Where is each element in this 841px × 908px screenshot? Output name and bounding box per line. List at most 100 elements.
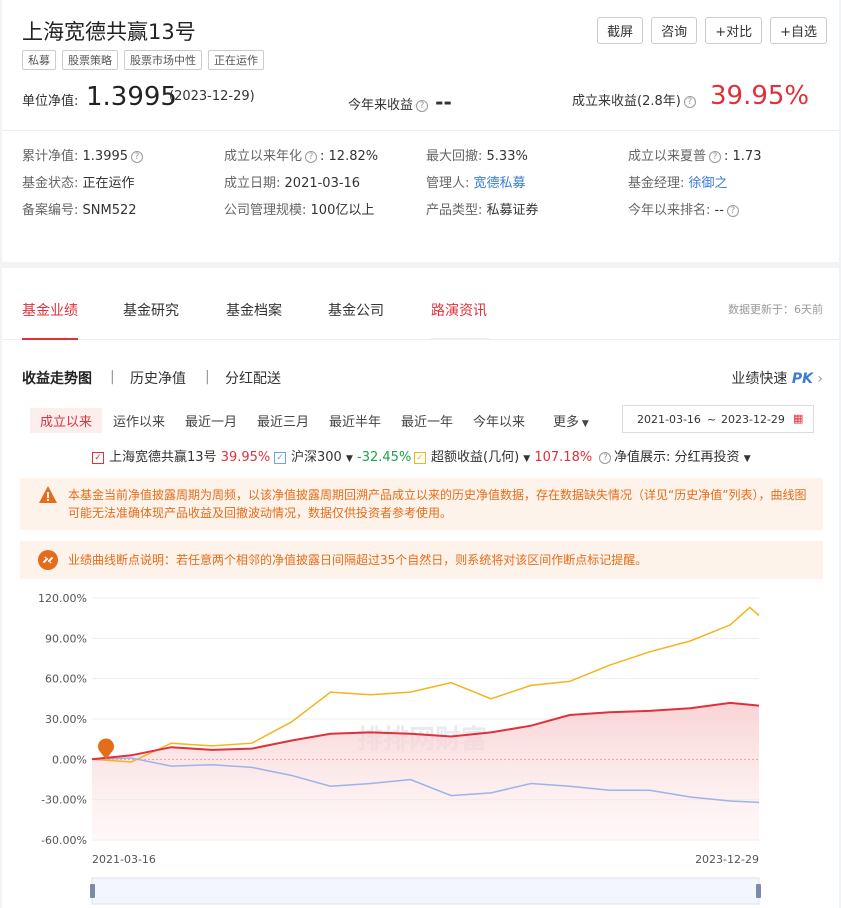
help-icon[interactable]: ? bbox=[416, 99, 429, 112]
subtab-trend[interactable]: 收益走势图 bbox=[22, 368, 92, 388]
zoom-handle-left bbox=[90, 884, 95, 898]
date-range-picker[interactable]: 2021-03-16 ~ 2023-12-29 ▦ bbox=[622, 405, 814, 433]
period-1m[interactable]: 最近一月 bbox=[175, 408, 247, 433]
info-value: 1.73 bbox=[732, 149, 762, 164]
nav-display-value: 分红再投资 bbox=[674, 450, 740, 465]
update-note: 数据更新于：6天前 bbox=[728, 303, 823, 316]
period-since-operation[interactable]: 运作以来 bbox=[103, 408, 175, 433]
fund-title: 上海宽德共赢13号 bbox=[22, 20, 196, 44]
subtab-dividend[interactable]: 分红配送 bbox=[225, 368, 281, 388]
consult-button[interactable]: 咨询 bbox=[651, 17, 698, 44]
info-label: 成立以来夏普 bbox=[628, 149, 707, 164]
info-label: 备案编号: bbox=[22, 203, 79, 218]
data-notice-text: 本基金当前净值披露周期为周频，以该净值披露周期回溯产品成立以来的历史净值数据，存… bbox=[68, 488, 807, 520]
info-cell: 管理人: 宽德私募 bbox=[426, 172, 526, 191]
period-6m[interactable]: 最近半年 bbox=[319, 408, 391, 433]
info-link[interactable]: 徐御之 bbox=[689, 176, 728, 191]
info-link[interactable]: 宽德私募 bbox=[474, 176, 526, 191]
y-tick-label: 120.00% bbox=[38, 592, 87, 605]
info-value: 12.82% bbox=[328, 149, 379, 164]
legend-index-name: 沪深300 bbox=[291, 450, 342, 465]
since-value: 39.95% bbox=[710, 81, 810, 111]
watchlist-button[interactable]: +自选 bbox=[770, 17, 827, 44]
tag-neutral: 股票市场中性 bbox=[124, 50, 202, 70]
caret-down-icon[interactable]: ▼ bbox=[346, 454, 353, 464]
ytd-block: 今年来收益? -- bbox=[348, 90, 452, 114]
y-tick-label: 30.00% bbox=[45, 713, 87, 726]
since-label: 成立来收益(2.8年) bbox=[572, 94, 681, 109]
info-value: 5.33% bbox=[486, 149, 528, 164]
info-label: 基金状态: bbox=[22, 176, 79, 191]
separator: | bbox=[110, 369, 115, 385]
help-icon[interactable]: ? bbox=[709, 150, 722, 163]
info-label: 成立以来年化 bbox=[224, 149, 303, 164]
screenshot-button[interactable]: 截屏 bbox=[597, 17, 644, 44]
legend-index-value: -32.45% bbox=[357, 450, 412, 465]
info-value: 私募证券 bbox=[486, 203, 539, 218]
help-icon[interactable]: ? bbox=[726, 204, 739, 217]
help-icon[interactable]: ? bbox=[599, 451, 612, 464]
x-end-label: 2023-12-29 bbox=[695, 853, 759, 866]
tab-research[interactable]: 基金研究 bbox=[123, 300, 179, 320]
period-1y[interactable]: 最近一年 bbox=[391, 408, 463, 433]
info-row: 基金状态: 正在运作 成立日期: 2021-03-16 管理人: 宽德私募 基金经理:… bbox=[22, 172, 822, 199]
data-notice: 本基金当前净值披露周期为周频，以该净值披露周期回溯产品成立以来的历史净值数据，存… bbox=[20, 478, 823, 530]
y-tick-label: -30.00% bbox=[41, 794, 87, 807]
subtab-history[interactable]: 历史净值 bbox=[130, 368, 186, 388]
info-cell: 成立以来年化?: 12.82% bbox=[224, 149, 379, 164]
info-value: 正在运作 bbox=[82, 176, 135, 191]
tab-company[interactable]: 基金公司 bbox=[328, 300, 384, 320]
action-buttons: 截屏 咨询 +对比 +自选 bbox=[597, 17, 827, 44]
ytd-value: -- bbox=[435, 90, 452, 114]
chevron-right-icon: › bbox=[817, 371, 823, 387]
pk-link[interactable]: 业绩快速 PK › bbox=[731, 368, 823, 388]
tab-underline-secondary bbox=[431, 338, 489, 340]
fund-area bbox=[92, 702, 759, 840]
info-label: 公司管理规模: bbox=[224, 203, 307, 218]
compare-button[interactable]: +对比 bbox=[705, 17, 763, 44]
pk-label: 业绩快速 bbox=[731, 371, 788, 387]
help-icon[interactable]: ? bbox=[131, 150, 144, 163]
legend-fund[interactable]: ✓ 上海宽德共赢13号 39.95% bbox=[92, 446, 270, 465]
help-icon[interactable]: ? bbox=[305, 150, 318, 163]
y-tick-label: -60.00% bbox=[41, 834, 87, 847]
checkbox-icon: ✓ bbox=[414, 451, 426, 464]
legend-excess-value: 107.18% bbox=[534, 450, 593, 465]
info-cell: 备案编号: SNM522 bbox=[22, 199, 137, 218]
nav-display-label: 净值展示: bbox=[614, 450, 671, 465]
info-label: 成立日期: bbox=[224, 176, 281, 191]
period-since-inception[interactable]: 成立以来 bbox=[30, 408, 103, 433]
info-label: 最大回撤: bbox=[426, 149, 483, 164]
help-icon[interactable]: ? bbox=[683, 95, 696, 108]
tab-underline bbox=[22, 338, 78, 340]
period-3m[interactable]: 最近三月 bbox=[247, 408, 319, 433]
broken-link-icon bbox=[38, 550, 58, 570]
caret-down-icon: ▼ bbox=[579, 419, 589, 429]
fund-summary-card: 上海宽德共赢13号 私募 股票策略 股票市场中性 正在运作 截屏 咨询 +对比 … bbox=[2, 0, 839, 262]
info-value: 2021-03-16 bbox=[284, 176, 361, 191]
nav-date: (2023-12-29) bbox=[169, 89, 255, 104]
tab-archive[interactable]: 基金档案 bbox=[226, 300, 282, 320]
period-more[interactable]: 更多 ▼ bbox=[543, 408, 599, 433]
break-marker-icon bbox=[97, 738, 114, 760]
info-cell: 基金状态: 正在运作 bbox=[22, 172, 135, 191]
info-label: 累计净值: bbox=[22, 149, 79, 164]
pk-brand: PK bbox=[791, 371, 813, 387]
legend-excess[interactable]: ✓ 超额收益(几何) ▼ 107.18% ? bbox=[414, 446, 614, 465]
info-value: SNM522 bbox=[82, 203, 137, 218]
nav-row: 单位净值: 1.3995 (2023-12-29) 今年来收益? -- 成立来收… bbox=[22, 81, 822, 114]
caret-down-icon[interactable]: ▼ bbox=[523, 454, 530, 464]
legend-index[interactable]: ✓ 沪深300 ▼ -32.45% bbox=[274, 446, 411, 465]
info-label: 基金经理: bbox=[628, 176, 685, 191]
tab-roadshow[interactable]: 路演资讯 bbox=[431, 300, 487, 320]
performance-chart[interactable]: 120.00% 90.00% 60.00% 30.00% 0.00% -30.00% -60… bbox=[2, 586, 839, 908]
tag-strategy: 股票策略 bbox=[62, 50, 118, 70]
since-block: 成立来收益(2.8年)? bbox=[572, 90, 699, 109]
nav-display-select[interactable]: 净值展示: 分红再投资 ▼ bbox=[614, 446, 751, 465]
warning-icon bbox=[39, 486, 57, 503]
divider bbox=[2, 130, 839, 131]
fund-detail-card: 基金业绩 基金研究 基金档案 基金公司 路演资讯 数据更新于：6天前 收益走势图… bbox=[2, 268, 839, 908]
tab-performance[interactable]: 基金业绩 bbox=[22, 300, 78, 320]
calendar-icon: ▦ bbox=[793, 412, 804, 425]
period-ytd[interactable]: 今年以来 bbox=[463, 408, 535, 433]
